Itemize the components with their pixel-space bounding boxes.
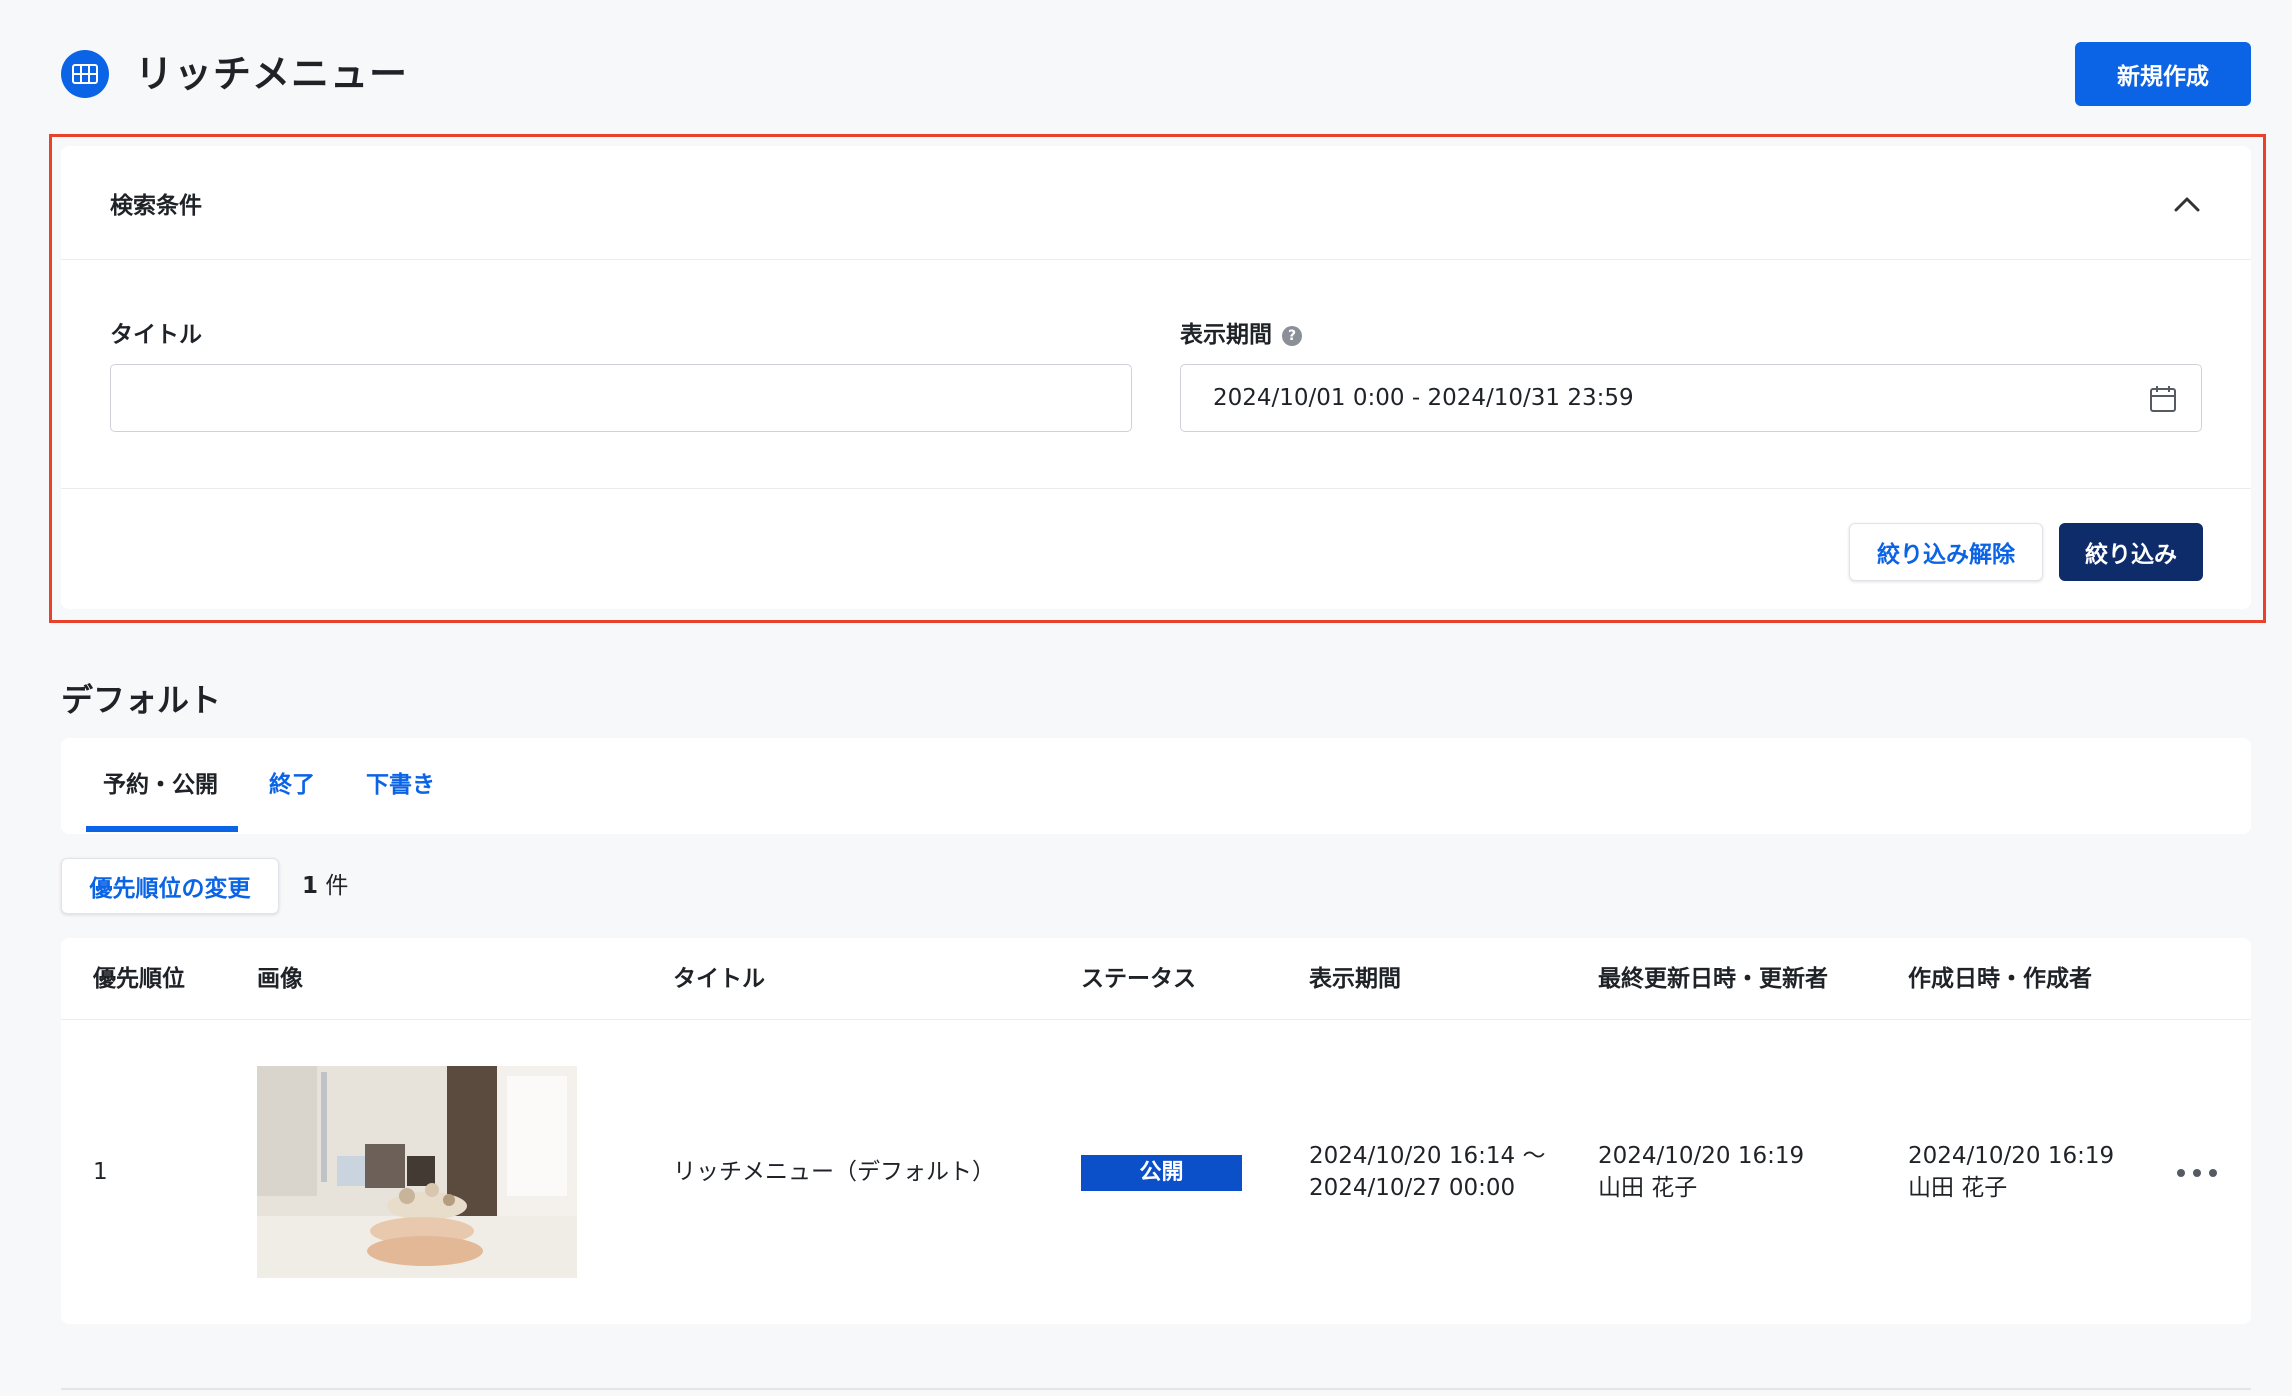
column-header-updated[interactable]: 最終更新日時・更新者 <box>1598 962 1828 996</box>
page-title: リッチメニュー <box>135 52 409 96</box>
row-updated-by: 山田 花子 <box>1598 1175 1698 1201</box>
period-value: 2024/10/01 0:00 - 2024/10/31 23:59 <box>1213 385 1634 411</box>
search-panel-footer: 絞り込み解除 絞り込み <box>61 488 2251 609</box>
menu-table: 優先順位 画像 タイトル ステータス 表示期間 最終更新日時・更新者 作成日時・… <box>61 938 2251 1324</box>
chevron-up-icon[interactable] <box>2171 188 2203 220</box>
tab-ended[interactable]: 終了 <box>269 768 315 802</box>
column-header-created[interactable]: 作成日時・作成者 <box>1908 962 2092 996</box>
help-icon[interactable]: ? <box>1282 326 1302 346</box>
column-header-image: 画像 <box>257 966 303 992</box>
section-title: デフォルト <box>61 681 222 719</box>
result-count: 1 件 <box>302 870 348 902</box>
clear-filter-button[interactable]: 絞り込み解除 <box>1849 523 2043 581</box>
more-options-icon[interactable] <box>2177 1160 2217 1186</box>
tabs-bar: 予約・公開 終了 下書き <box>61 738 2251 834</box>
row-period-end: 2024/10/27 00:00 <box>1309 1175 1516 1201</box>
table-header: 優先順位 画像 タイトル ステータス 表示期間 最終更新日時・更新者 作成日時・… <box>61 938 2251 1020</box>
row-priority: 1 <box>93 1159 108 1185</box>
page-header: リッチメニュー 新規作成 <box>61 42 2251 106</box>
tab-scheduled-public[interactable]: 予約・公開 <box>103 768 218 802</box>
row-title[interactable]: リッチメニュー（デフォルト） <box>673 1156 995 1188</box>
divider <box>61 1388 2251 1390</box>
grid-icon <box>61 50 109 98</box>
change-priority-button[interactable]: 優先順位の変更 <box>61 858 279 914</box>
period-field-label: 表示期間? <box>1180 320 1302 350</box>
title-field-label: タイトル <box>110 322 202 348</box>
period-label-text: 表示期間 <box>1180 322 1272 348</box>
new-button[interactable]: 新規作成 <box>2075 42 2251 106</box>
title-input[interactable] <box>110 364 1132 432</box>
search-panel-title: 検索条件 <box>110 193 202 219</box>
result-count-number: 1 <box>302 873 319 899</box>
column-header-period[interactable]: 表示期間 <box>1309 962 1401 996</box>
calendar-icon[interactable] <box>2149 385 2177 419</box>
result-count-unit: 件 <box>325 873 349 899</box>
row-created-by: 山田 花子 <box>1908 1175 2008 1201</box>
row-period-start: 2024/10/20 16:14 〜 <box>1309 1143 1546 1169</box>
filter-button[interactable]: 絞り込み <box>2059 523 2203 581</box>
status-badge: 公開 <box>1081 1155 1242 1191</box>
column-header-priority[interactable]: 優先順位 <box>93 962 185 996</box>
column-header-title[interactable]: タイトル <box>673 962 765 996</box>
active-tab-indicator <box>86 826 238 832</box>
row-updated-at: 2024/10/20 16:19 <box>1598 1143 1805 1169</box>
rich-menu-thumbnail[interactable] <box>257 1066 577 1278</box>
search-panel: 検索条件 タイトル 表示期間? 2024/10/01 0:00 - 2024/1… <box>61 146 2251 609</box>
tab-draft[interactable]: 下書き <box>366 768 435 802</box>
column-header-status[interactable]: ステータス <box>1081 962 1196 996</box>
row-created-at: 2024/10/20 16:19 <box>1908 1143 2115 1169</box>
period-input[interactable]: 2024/10/01 0:00 - 2024/10/31 23:59 <box>1180 364 2202 432</box>
search-panel-header: 検索条件 <box>61 146 2251 260</box>
